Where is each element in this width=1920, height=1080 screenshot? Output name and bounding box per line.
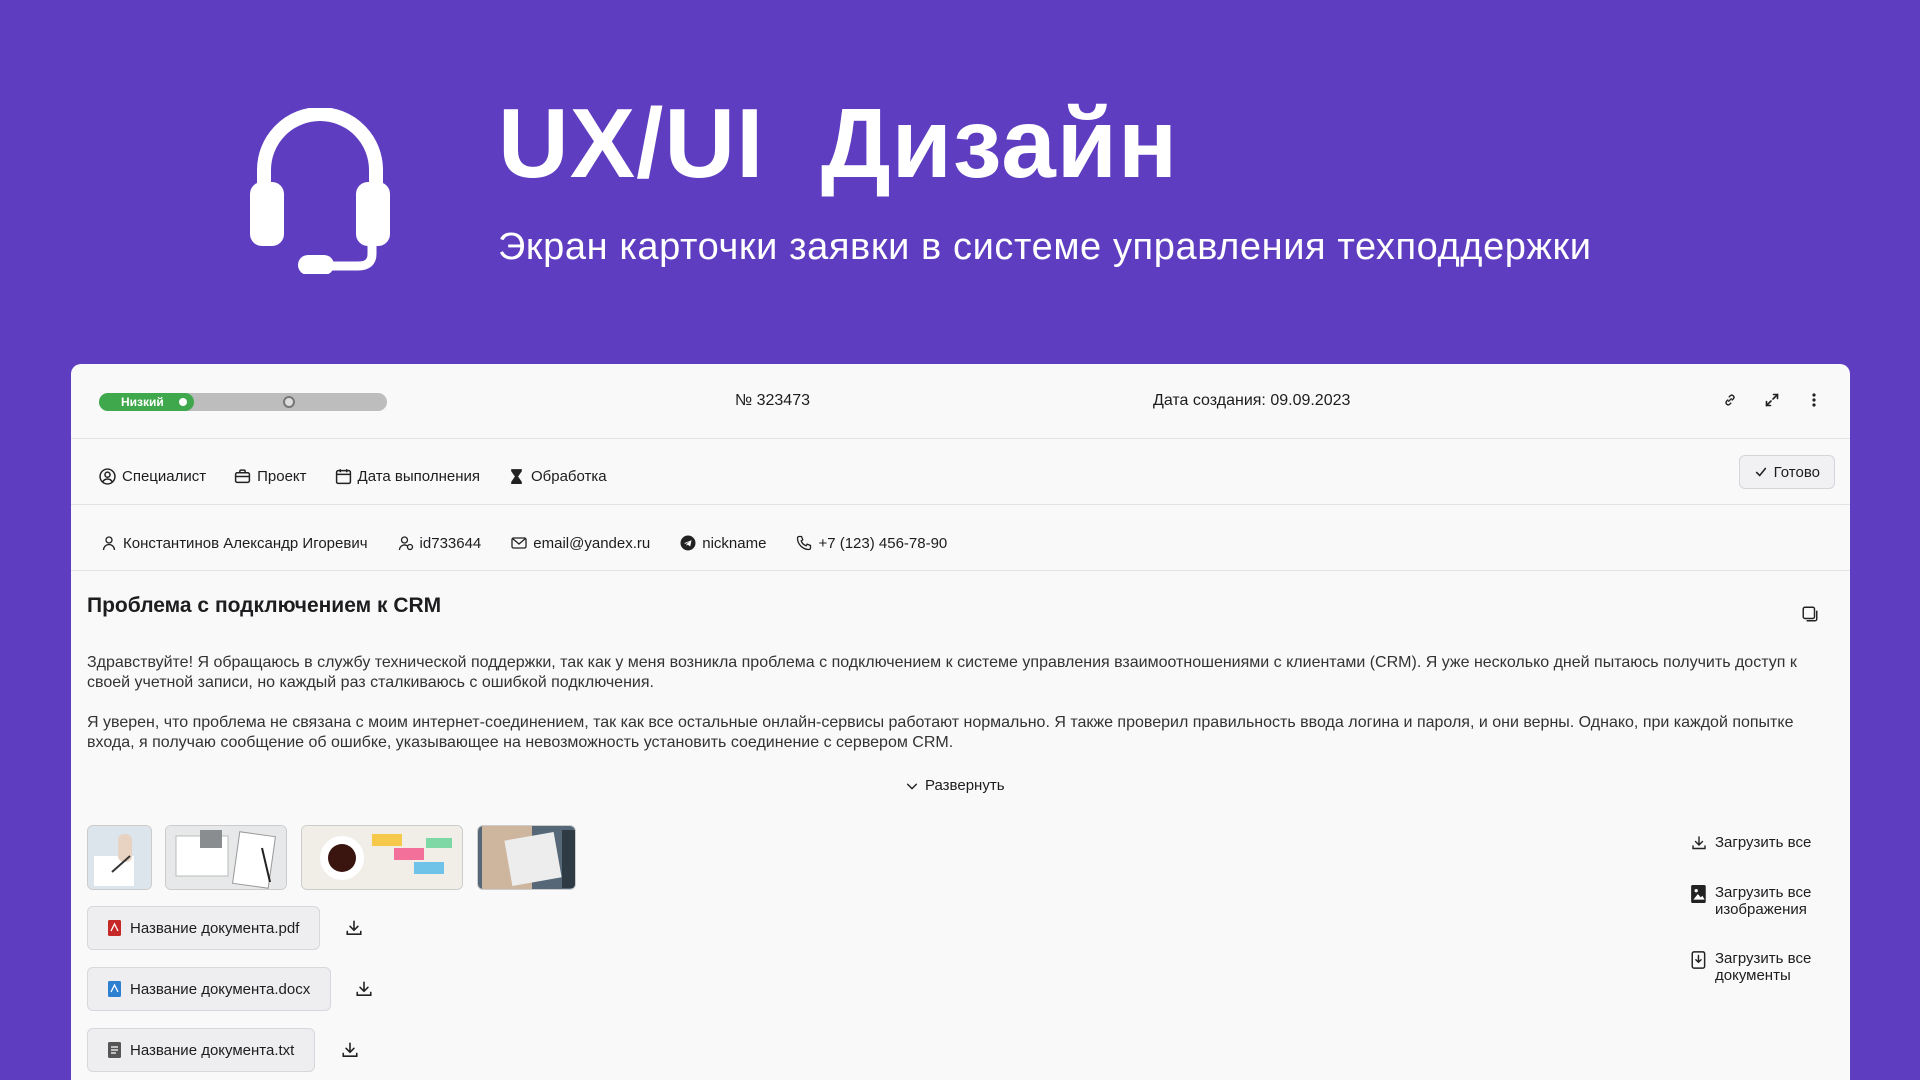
document-chip[interactable]: Название документа.docx (87, 967, 332, 1011)
expand-label: Развернуть (925, 777, 1005, 794)
divider (71, 504, 1850, 505)
expand-icon[interactable] (1762, 390, 1782, 410)
attachment-image[interactable] (477, 825, 576, 890)
project-label: Проект (257, 467, 307, 485)
download-icon[interactable] (344, 918, 364, 938)
done-button[interactable]: Готово (1738, 455, 1835, 489)
pdf-file-icon (108, 920, 121, 936)
document-download-icon (1691, 951, 1706, 969)
download-images-label-2: изображения (1715, 901, 1807, 918)
hero-subtitle: Экран карточки заявки в системе управлен… (498, 226, 1592, 268)
chevron-down-icon (906, 783, 918, 790)
check-icon (1755, 467, 1766, 477)
processing-label: Обработка (530, 467, 607, 485)
issue-title: Проблема с подключением к CRM (87, 594, 442, 617)
hero-title: UX/UI Дизайн (498, 88, 1179, 198)
issue-paragraph: Здравствуйте! Я обращаюсь в службу техни… (87, 654, 1797, 691)
download-icon (1692, 836, 1706, 850)
telegram-icon (680, 535, 696, 551)
contact-telegram[interactable]: nickname (680, 535, 766, 552)
project-chip[interactable]: Проект (234, 467, 307, 485)
image-file-icon (1691, 885, 1706, 903)
headset-icon (250, 108, 390, 274)
document-name: Название документа.pdf (130, 919, 300, 937)
priority-slider[interactable]: Низкий (99, 393, 387, 411)
contact-name: Константинов Александр Игоревич (101, 535, 368, 552)
copy-icon[interactable] (1800, 604, 1820, 624)
download-documents-label-2: документы (1715, 967, 1791, 984)
download-all-label: Загрузить все (1715, 834, 1812, 851)
divider (71, 570, 1850, 571)
expand-button[interactable]: Развернуть (905, 777, 1005, 794)
specialist-label: Специалист (122, 467, 207, 485)
download-all-button[interactable]: Загрузить все (1691, 834, 1811, 851)
link-icon[interactable] (1720, 390, 1740, 410)
toolbar: Специалист Проект Дата выполнения Обрабо… (71, 456, 1850, 496)
download-images-button[interactable]: Загрузить все изображения (1691, 884, 1811, 918)
contact-id: id733644 (398, 534, 482, 552)
attachment-image[interactable] (165, 825, 287, 890)
issue-paragraph: Я уверен, что проблема не связана с моим… (87, 714, 1794, 751)
document-name: Название документа.docx (130, 980, 311, 998)
document-chip[interactable]: Название документа.txt (87, 1028, 316, 1072)
user-circle-icon (99, 467, 116, 485)
processing-chip[interactable]: Обработка (508, 468, 607, 485)
download-documents-label: Загрузить все (1715, 950, 1812, 967)
more-vertical-icon[interactable] (1804, 390, 1824, 410)
mail-icon (511, 537, 527, 549)
contact-phone-text: +7 (123) 456-78-90 (818, 534, 948, 552)
contact-name-text: Константинов Александр Игоревич (123, 534, 368, 552)
created-date: Дата создания: 09.09.2023 (1153, 392, 1351, 409)
txt-file-icon (108, 1042, 121, 1058)
ticket-number: № 323473 (735, 392, 810, 409)
priority-knob-medium[interactable] (283, 396, 295, 408)
download-icon[interactable] (354, 979, 374, 999)
divider (71, 438, 1850, 439)
contact-telegram-text: nickname (702, 534, 767, 552)
contact-bar: Константинов Александр Игоревич id733644… (71, 523, 1850, 563)
download-images-label: Загрузить все (1715, 884, 1812, 901)
done-label: Готово (1773, 463, 1820, 481)
document-chip[interactable]: Название документа.pdf (87, 906, 321, 950)
calendar-icon (335, 468, 351, 484)
user-id-icon (398, 536, 413, 551)
attachment-image[interactable] (301, 825, 463, 890)
user-icon (102, 536, 116, 551)
contact-email-text: email@yandex.ru (533, 534, 651, 552)
docx-file-icon (108, 981, 121, 997)
hourglass-icon (511, 468, 522, 484)
document-name: Название документа.txt (130, 1041, 295, 1059)
download-icon[interactable] (340, 1040, 360, 1060)
contact-email[interactable]: email@yandex.ru (511, 535, 650, 552)
phone-icon (797, 535, 812, 551)
attachment-image[interactable] (87, 825, 152, 890)
priority-knob-low[interactable] (177, 396, 189, 408)
briefcase-icon (234, 468, 251, 483)
contact-phone[interactable]: +7 (123) 456-78-90 (796, 535, 947, 552)
contact-id-text: id733644 (419, 534, 482, 552)
download-documents-button[interactable]: Загрузить все документы (1691, 950, 1811, 984)
due-date-label: Дата выполнения (357, 467, 480, 485)
ticket-card: Низкий № 323473 Дата создания: 09.09.202… (71, 364, 1850, 1080)
due-date-chip[interactable]: Дата выполнения (335, 468, 480, 485)
specialist-chip[interactable]: Специалист (99, 468, 206, 485)
